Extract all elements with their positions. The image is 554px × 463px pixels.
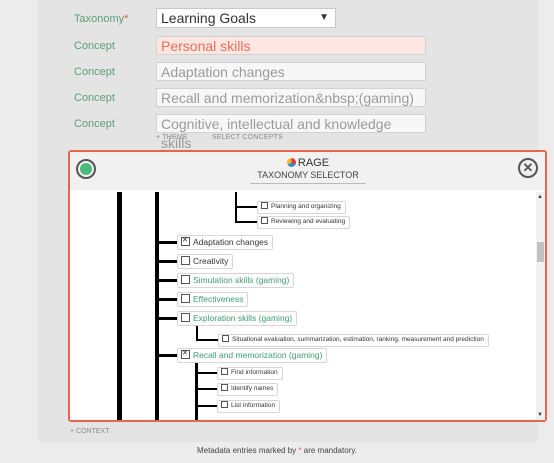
checkbox-icon[interactable] <box>221 384 228 391</box>
connector <box>195 405 217 407</box>
tree-node-planning[interactable]: Planning and organizing <box>257 201 346 214</box>
scroll-thumb[interactable] <box>537 242 544 262</box>
connector <box>196 339 218 341</box>
tree-trunk-1 <box>117 192 122 420</box>
select-concepts-link[interactable]: SELECT CONCEPTS <box>212 134 283 141</box>
connector <box>195 372 217 374</box>
checkbox-icon[interactable] <box>181 256 190 265</box>
concept-label-2: Concept <box>74 66 115 78</box>
tree-node-find-info[interactable]: Find information <box>217 367 283 380</box>
checkbox-icon[interactable] <box>181 275 190 284</box>
checkbox-checked-icon[interactable] <box>181 236 190 246</box>
connector <box>159 241 177 244</box>
connector <box>235 221 257 223</box>
tree-node-exploration[interactable]: Exploration skills (gaming) <box>177 311 298 326</box>
checkbox-checked-icon[interactable] <box>181 349 190 359</box>
taxonomy-selector-panel: RAGE TAXONOMY SELECTOR ✕ Planning and or… <box>68 150 547 422</box>
add-context-link[interactable]: + CONTEXT <box>70 428 109 435</box>
tree-node-effectiveness[interactable]: Effectiveness <box>177 292 249 307</box>
concept-field-1[interactable]: Personal skills <box>156 36 426 55</box>
caret-down-icon: ▼ <box>319 12 329 23</box>
status-dot-icon[interactable] <box>76 159 96 179</box>
add-theme-link[interactable]: + THEME <box>156 134 188 141</box>
scroll-up-icon[interactable]: ▲ <box>537 194 543 200</box>
concept-field-2[interactable]: Adaptation changes <box>156 62 426 81</box>
taxonomy-tree: Planning and organizing Reviewing and ev… <box>70 192 536 420</box>
taxonomy-select-value: Learning Goals <box>161 10 256 26</box>
checkbox-icon[interactable] <box>221 401 228 408</box>
connector <box>159 317 177 320</box>
connector <box>159 279 177 282</box>
connector <box>195 388 217 390</box>
connector <box>159 298 177 301</box>
connector <box>235 206 257 208</box>
concept-actions: + THEME SELECT CONCEPTS <box>156 134 305 141</box>
checkbox-icon[interactable] <box>222 335 229 342</box>
tree-trunk-2 <box>155 192 159 420</box>
scroll-down-icon[interactable]: ▼ <box>537 412 543 418</box>
tree-node-recall[interactable]: Recall and memorization (gaming) <box>177 348 328 363</box>
tree-node-situational[interactable]: Situational evaluation, summarization, e… <box>218 334 489 347</box>
checkbox-icon[interactable] <box>181 294 190 303</box>
selector-title: TAXONOMY SELECTOR <box>250 170 366 184</box>
taxonomy-select[interactable]: Learning Goals ▼ <box>156 8 336 28</box>
tree-node-simulation[interactable]: Simulation skills (gaming) <box>177 273 295 288</box>
concept-field-3[interactable]: Recall and memorization&nbsp;(gaming) <box>156 88 426 107</box>
concept-label-1: Concept <box>74 40 115 52</box>
connector <box>159 260 177 263</box>
taxonomy-label: Taxonomy* <box>74 13 129 25</box>
selector-brand: RAGE TAXONOMY SELECTOR <box>250 157 366 184</box>
checkbox-icon[interactable] <box>221 368 228 375</box>
mandatory-note: Metadata entries marked by * are mandato… <box>197 446 357 455</box>
tree-node-adaptation[interactable]: Adaptation changes <box>177 235 274 250</box>
close-icon[interactable]: ✕ <box>518 158 538 178</box>
connector <box>159 354 177 357</box>
required-mark: * <box>124 13 129 25</box>
rage-logo: RAGE <box>250 157 366 169</box>
selector-header: RAGE TAXONOMY SELECTOR ✕ <box>70 152 545 190</box>
checkbox-icon[interactable] <box>261 217 268 224</box>
tree-node-list-info[interactable]: List information <box>217 400 281 413</box>
rage-logo-icon <box>286 158 296 167</box>
concept-field-4[interactable]: Cognitive, intellectual and knowledge sk… <box>156 114 426 151</box>
tree-scrollbar[interactable]: ▲ ▼ <box>536 192 545 420</box>
checkbox-icon[interactable] <box>261 202 268 209</box>
tree-node-creativity[interactable]: Creativity <box>177 254 234 269</box>
tree-node-identify-names[interactable]: Identify names <box>217 383 279 396</box>
concept-label-4: Concept <box>74 118 115 130</box>
concept-label-3: Concept <box>74 92 115 104</box>
tree-node-reviewing[interactable]: Reviewing and evaluating <box>257 216 351 229</box>
checkbox-icon[interactable] <box>181 313 190 322</box>
